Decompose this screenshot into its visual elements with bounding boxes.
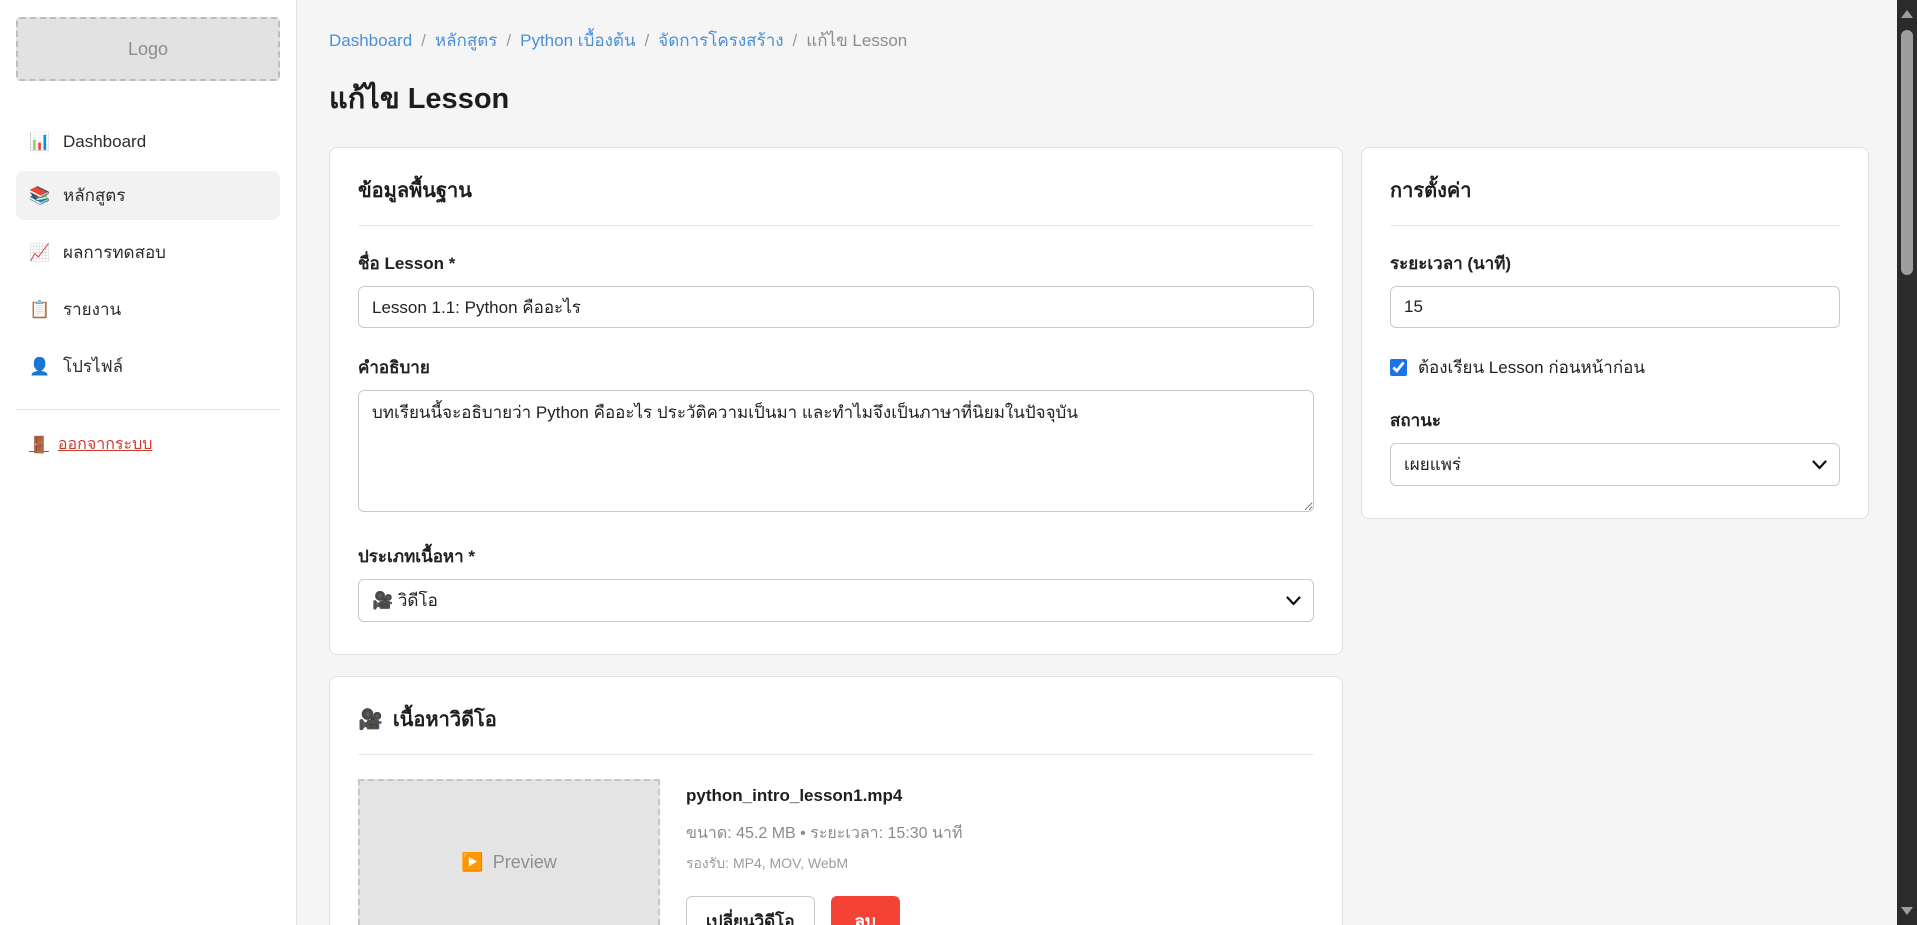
delete-video-button[interactable]: ลบ <box>831 896 900 925</box>
page-title: แก้ไข Lesson <box>329 75 1867 121</box>
video-file-info: python_intro_lesson1.mp4 ขนาด: 45.2 MB •… <box>686 779 962 925</box>
breadcrumb-link-structure[interactable]: จัดการโครงสร้าง <box>658 27 783 54</box>
video-card-title-label: เนื้อหาวิดีโอ <box>393 703 497 735</box>
breadcrumb-separator: / <box>793 31 798 51</box>
books-icon: 📚 <box>29 186 51 206</box>
door-icon: 🚪 <box>29 435 49 455</box>
video-meta: ขนาด: 45.2 MB • ระยะเวลา: 15:30 นาที <box>686 821 962 846</box>
scrollbar-thumb[interactable] <box>1901 30 1913 275</box>
content-columns: ข้อมูลพื้นฐาน ชื่อ Lesson * คำอธิบาย บทเ… <box>329 147 1867 925</box>
breadcrumb-link-course[interactable]: Python เบื้องต้น <box>520 27 635 54</box>
breadcrumb-link-dashboard[interactable]: Dashboard <box>329 31 412 51</box>
video-formats: รองรับ: MP4, MOV, WebM <box>686 853 962 875</box>
main-content: Dashboard / หลักสูตร / Python เบื้องต้น … <box>297 0 1897 925</box>
prerequisite-checkbox[interactable] <box>1390 359 1407 376</box>
sidebar-item-test-results[interactable]: 📈 ผลการทดสอบ <box>16 228 280 277</box>
change-video-button[interactable]: เปลี่ยนวิดีโอ <box>686 896 815 925</box>
settings-card: การตั้งค่า ระยะเวลา (นาที) ต้องเรียน Les… <box>1361 147 1869 519</box>
sidebar-item-label: รายงาน <box>63 296 121 323</box>
lesson-name-input[interactable] <box>358 286 1314 328</box>
status-field-group: สถานะ เผยแพร่ <box>1390 407 1840 486</box>
logout-link[interactable]: 🚪 ออกจากระบบ <box>29 432 152 457</box>
duration-label: ระยะเวลา (นาที) <box>1390 250 1840 277</box>
lesson-name-field-group: ชื่อ Lesson * <box>358 250 1314 328</box>
left-column: ข้อมูลพื้นฐาน ชื่อ Lesson * คำอธิบาย บทเ… <box>329 147 1343 925</box>
content-type-field-group: ประเภทเนื้อหา * 🎥 วิดีโอ <box>358 543 1314 622</box>
status-select[interactable]: เผยแพร่ <box>1390 443 1840 486</box>
breadcrumb-separator: / <box>421 31 426 51</box>
sidebar-item-courses[interactable]: 📚 หลักสูตร <box>16 171 280 220</box>
sidebar: Logo 📊 Dashboard 📚 หลักสูตร 📈 ผลการทดสอบ… <box>0 0 297 925</box>
breadcrumb-separator: / <box>506 31 511 51</box>
user-icon: 👤 <box>29 357 51 377</box>
sidebar-item-reports[interactable]: 📋 รายงาน <box>16 285 280 334</box>
description-field-group: คำอธิบาย บทเรียนนี้จะอธิบายว่า Python คื… <box>358 354 1314 517</box>
clipboard-icon: 📋 <box>29 300 51 320</box>
prerequisite-row: ต้องเรียน Lesson ก่อนหน้าก่อน <box>1390 354 1840 381</box>
chart-increasing-icon: 📈 <box>29 243 51 263</box>
logout-label: ออกจากระบบ <box>58 432 152 457</box>
sidebar-item-label: ผลการทดสอบ <box>63 239 166 266</box>
scroll-up-arrow-icon[interactable] <box>1897 2 1917 26</box>
play-button-icon: ▶️ <box>461 852 483 873</box>
basic-info-title: ข้อมูลพื้นฐาน <box>358 174 1314 226</box>
content-type-select[interactable]: 🎥 วิดีโอ <box>358 579 1314 622</box>
sidebar-nav: 📊 Dashboard 📚 หลักสูตร 📈 ผลการทดสอบ 📋 รา… <box>16 121 280 391</box>
basic-info-card: ข้อมูลพื้นฐาน ชื่อ Lesson * คำอธิบาย บทเ… <box>329 147 1343 655</box>
sidebar-item-label: Dashboard <box>63 132 146 152</box>
sidebar-item-dashboard[interactable]: 📊 Dashboard <box>16 121 280 163</box>
breadcrumb: Dashboard / หลักสูตร / Python เบื้องต้น … <box>329 27 1867 54</box>
description-label: คำอธิบาย <box>358 354 1314 381</box>
duration-input[interactable] <box>1390 286 1840 328</box>
prerequisite-label[interactable]: ต้องเรียน Lesson ก่อนหน้าก่อน <box>1418 354 1645 381</box>
sidebar-divider <box>16 409 280 410</box>
lesson-name-label: ชื่อ Lesson * <box>358 250 1314 277</box>
video-row: ▶️ Preview python_intro_lesson1.mp4 ขนาด… <box>358 779 1314 925</box>
movie-camera-icon: 🎥 <box>358 707 383 732</box>
preview-label: Preview <box>493 852 557 873</box>
browser-scrollbar[interactable] <box>1897 0 1917 925</box>
duration-field-group: ระยะเวลา (นาที) <box>1390 250 1840 328</box>
video-buttons: เปลี่ยนวิดีโอ ลบ <box>686 896 962 925</box>
app-root: Logo 📊 Dashboard 📚 หลักสูตร 📈 ผลการทดสอบ… <box>0 0 1897 925</box>
video-preview[interactable]: ▶️ Preview <box>358 779 660 925</box>
sidebar-item-label: หลักสูตร <box>63 182 125 209</box>
breadcrumb-current: แก้ไข Lesson <box>806 27 907 54</box>
description-textarea[interactable]: บทเรียนนี้จะอธิบายว่า Python คืออะไร ประ… <box>358 390 1314 512</box>
status-label: สถานะ <box>1390 407 1840 434</box>
sidebar-item-label: โปรไฟล์ <box>63 353 123 380</box>
breadcrumb-link-courses[interactable]: หลักสูตร <box>435 27 497 54</box>
scroll-down-arrow-icon[interactable] <box>1897 899 1917 923</box>
video-filename: python_intro_lesson1.mp4 <box>686 786 962 806</box>
content-type-label: ประเภทเนื้อหา * <box>358 543 1314 570</box>
sidebar-item-profile[interactable]: 👤 โปรไฟล์ <box>16 342 280 391</box>
logo-placeholder: Logo <box>16 17 280 81</box>
settings-title: การตั้งค่า <box>1390 174 1840 226</box>
bar-chart-icon: 📊 <box>29 132 51 152</box>
right-column: การตั้งค่า ระยะเวลา (นาที) ต้องเรียน Les… <box>1361 147 1869 519</box>
video-content-card: 🎥 เนื้อหาวิดีโอ ▶️ Preview python_intro_… <box>329 676 1343 925</box>
breadcrumb-separator: / <box>645 31 650 51</box>
video-card-title: 🎥 เนื้อหาวิดีโอ <box>358 703 1314 755</box>
